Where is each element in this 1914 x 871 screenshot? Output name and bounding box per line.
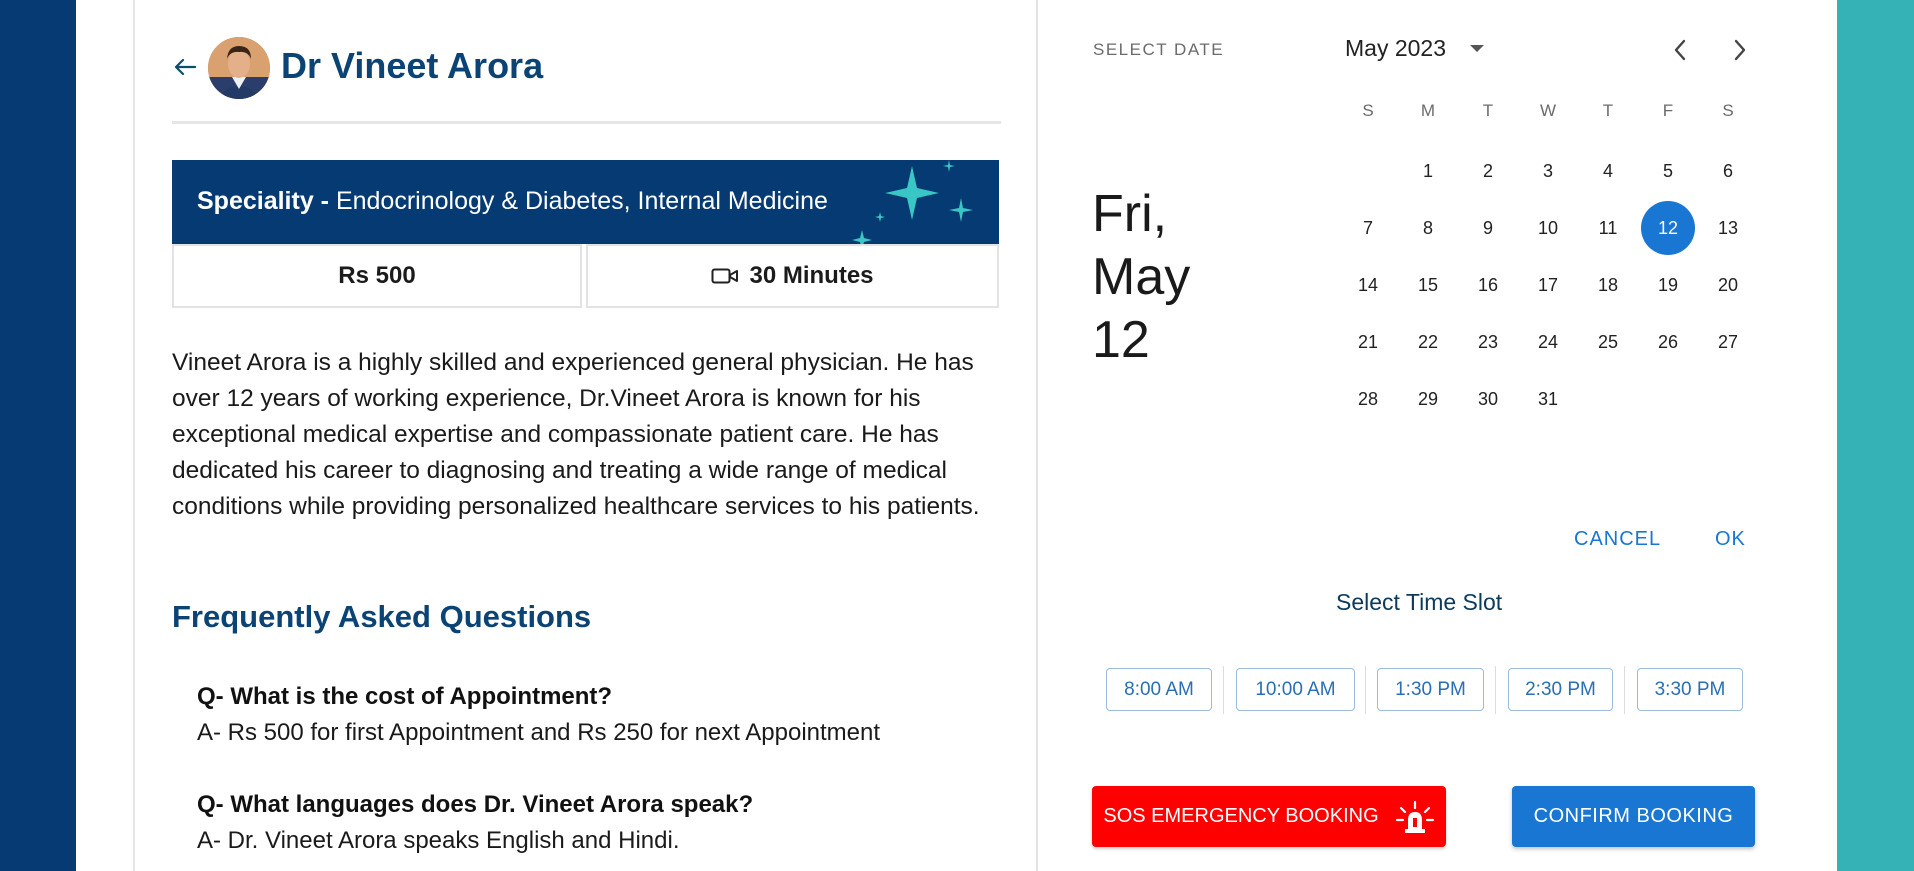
calendar-day-selected[interactable]: 12 (1641, 201, 1695, 255)
calendar-day[interactable]: 18 (1581, 258, 1635, 312)
speciality-value: Endocrinology & Diabetes, Internal Medic… (335, 187, 828, 215)
calendar-day[interactable]: 2 (1461, 144, 1515, 198)
selected-date-month: May (1092, 248, 1191, 306)
calendar-day[interactable]: 15 (1401, 258, 1455, 312)
month-year-dropdown[interactable]: May 2023 (1345, 33, 1485, 63)
duration-value: 30 Minutes (749, 262, 874, 289)
calendar-day[interactable]: 30 (1461, 372, 1515, 426)
selected-date-display: Fri, May 12 (1092, 183, 1232, 372)
fee-duration-row: Rs 500 30 Minutes (172, 244, 999, 308)
duration-cell: 30 Minutes (586, 244, 999, 308)
calendar-day[interactable]: 16 (1461, 258, 1515, 312)
calendar-day[interactable]: 19 (1641, 258, 1695, 312)
chevron-right-icon (1734, 39, 1746, 61)
speciality-text: Speciality - Endocrinology & Diabetes, I… (197, 187, 828, 216)
back-arrow-icon[interactable] (172, 52, 198, 82)
page-background-right (1837, 0, 1914, 871)
weekday-header: F (1662, 101, 1674, 120)
time-slot-button[interactable]: 1:30 PM (1377, 668, 1484, 711)
select-date-label: SELECT DATE (1093, 40, 1225, 59)
sos-button-label: SOS EMERGENCY BOOKING (1103, 805, 1379, 827)
calendar-day[interactable]: 17 (1521, 258, 1575, 312)
time-slot-button[interactable]: 3:30 PM (1637, 668, 1743, 711)
next-month-button[interactable] (1723, 33, 1757, 67)
fee-cell: Rs 500 (172, 244, 582, 308)
calendar-day[interactable]: 9 (1461, 201, 1515, 255)
faq-title: Frequently Asked Questions (172, 599, 592, 634)
selected-date-day: 12 (1092, 311, 1150, 369)
time-slot-separator (1365, 666, 1366, 714)
faq-answer: A- Dr. Vineet Arora speaks English and H… (197, 827, 680, 854)
header-divider (172, 121, 1001, 124)
calendar-day[interactable]: 3 (1521, 144, 1575, 198)
sos-emergency-booking-button[interactable]: SOS EMERGENCY BOOKING (1092, 786, 1446, 847)
time-slot-separator (1223, 666, 1224, 714)
calendar-day[interactable]: 14 (1341, 258, 1395, 312)
video-camera-icon (711, 268, 739, 284)
doctor-name: Dr Vineet Arora (281, 45, 544, 86)
time-slot-button[interactable]: 8:00 AM (1106, 668, 1212, 711)
calendar-day[interactable]: 6 (1701, 144, 1755, 198)
calendar-day[interactable]: 4 (1581, 144, 1635, 198)
calendar-day[interactable]: 21 (1341, 315, 1395, 369)
weekday-header: W (1539, 101, 1557, 120)
weekday-header: M (1420, 101, 1436, 120)
faq-answer: A- Rs 500 for first Appointment and Rs 2… (197, 719, 881, 746)
time-slot-title: Select Time Slot (1336, 589, 1503, 615)
calendar-day[interactable]: 31 (1521, 372, 1575, 426)
time-slot-separator (1495, 666, 1496, 714)
speciality-label: Speciality - (197, 187, 329, 215)
calendar-day[interactable]: 8 (1401, 201, 1455, 255)
calendar-day[interactable]: 22 (1401, 315, 1455, 369)
month-year-label: May 2023 (1345, 34, 1447, 61)
calendar-day[interactable]: 28 (1341, 372, 1395, 426)
calendar-day[interactable]: 1 (1401, 144, 1455, 198)
previous-month-button[interactable] (1663, 33, 1697, 67)
weekday-header: S (1362, 101, 1374, 120)
calendar-day[interactable]: 13 (1701, 201, 1755, 255)
selected-date-weekday: Fri, (1092, 185, 1168, 243)
calendar-day[interactable]: 27 (1701, 315, 1755, 369)
weekday-header: S (1722, 101, 1734, 120)
time-slot-button[interactable]: 10:00 AM (1236, 668, 1355, 711)
calendar-day[interactable]: 24 (1521, 315, 1575, 369)
siren-icon (1395, 800, 1434, 833)
card-divider-middle (1036, 0, 1038, 871)
calendar-day[interactable]: 11 (1581, 201, 1635, 255)
calendar-day[interactable]: 29 (1401, 372, 1455, 426)
doctor-bio: Vineet Arora is a highly skilled and exp… (172, 349, 980, 520)
faq-question: Q- What is the cost of Appointment? (197, 683, 613, 710)
time-slot-button[interactable]: 2:30 PM (1508, 668, 1613, 711)
faq-question: Q- What languages does Dr. Vineet Arora … (197, 791, 754, 818)
datepicker-ok-button[interactable]: OK (1715, 528, 1746, 551)
confirm-booking-button[interactable]: CONFIRM BOOKING (1512, 786, 1755, 847)
speciality-banner: Speciality - Endocrinology & Diabetes, I… (172, 160, 999, 244)
calendar-day[interactable]: 10 (1521, 201, 1575, 255)
card-divider-left (133, 0, 135, 871)
weekday-header: T (1482, 101, 1494, 120)
calendar-day[interactable]: 20 (1701, 258, 1755, 312)
sparkle-decoration-icon (852, 160, 973, 244)
fee-value: Rs 500 (338, 262, 416, 289)
weekday-header: T (1602, 101, 1614, 120)
chevron-left-icon (1674, 39, 1686, 61)
page-background-left (0, 0, 76, 871)
calendar-day[interactable]: 26 (1641, 315, 1695, 369)
datepicker-cancel-button[interactable]: CANCEL (1574, 528, 1661, 551)
caret-down-icon (1470, 44, 1485, 52)
doctor-avatar (208, 37, 270, 99)
time-slot-separator (1624, 666, 1625, 714)
calendar-day[interactable]: 7 (1341, 201, 1395, 255)
calendar-day[interactable]: 25 (1581, 315, 1635, 369)
calendar-day[interactable]: 5 (1641, 144, 1695, 198)
calendar-day[interactable]: 23 (1461, 315, 1515, 369)
